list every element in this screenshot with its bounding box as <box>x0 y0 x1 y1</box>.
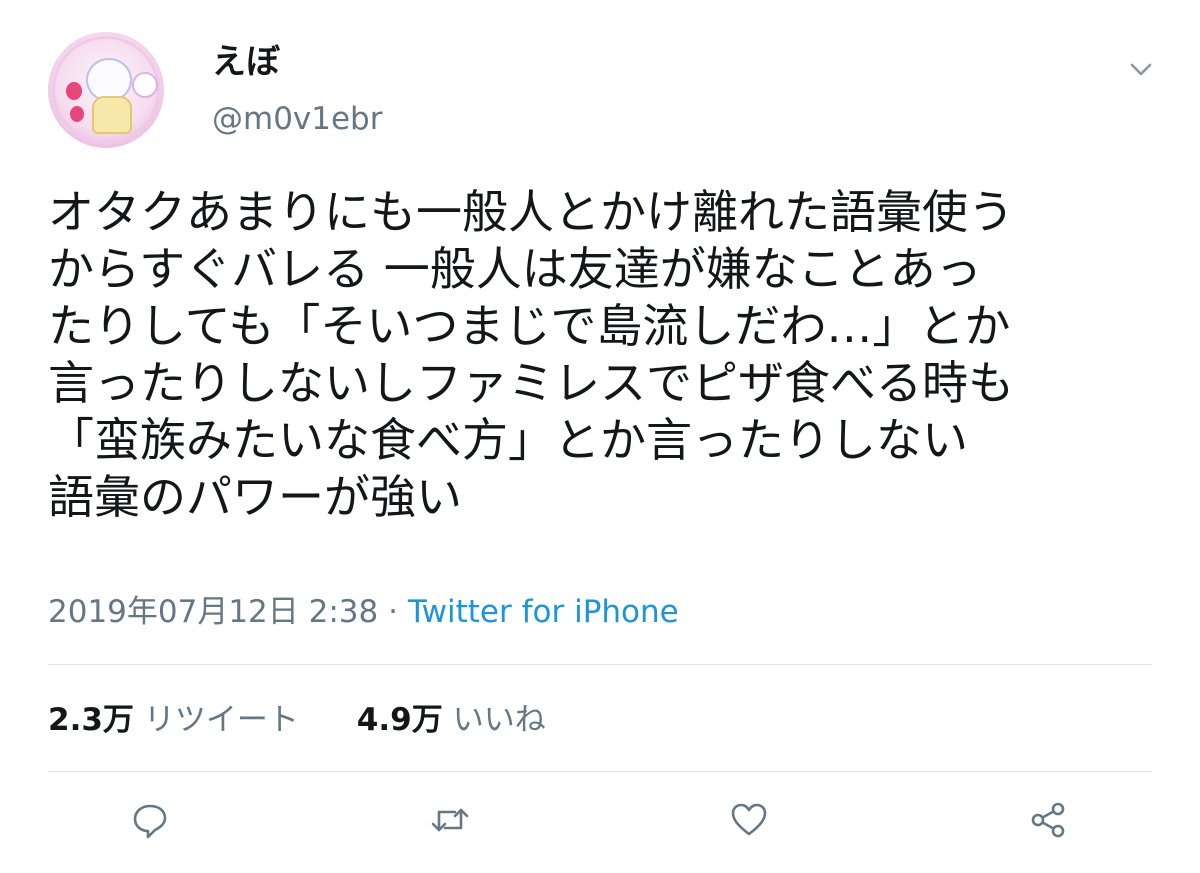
user-handle[interactable]: @m0v1ebr <box>212 97 383 141</box>
divider <box>48 771 1152 772</box>
avatar[interactable] <box>48 32 164 148</box>
display-name[interactable]: えぼ <box>212 40 280 84</box>
heart-icon[interactable] <box>729 800 769 840</box>
tweet-detail: えぼ @m0v1ebr オタクあまりにも一般人とかけ離れた語彙使う からすぐバレ… <box>0 0 1200 873</box>
avatar-strawberry <box>66 82 82 100</box>
tweet-meta: 2019年07月12日 2:38 · Twitter for iPhone <box>48 590 679 634</box>
meta-separator: · <box>388 594 398 630</box>
retweets-count: 2.3万 <box>48 702 134 738</box>
source-link[interactable]: Twitter for iPhone <box>408 594 679 630</box>
retweets-stat[interactable]: 2.3万 リツイート <box>48 702 299 738</box>
tweet-stats: 2.3万 リツイート 4.9万 いいね <box>48 698 546 742</box>
avatar-strawberry <box>70 106 84 122</box>
chevron-down-icon[interactable] <box>1128 56 1154 82</box>
divider <box>48 664 1152 665</box>
likes-label: いいね <box>452 702 546 738</box>
retweets-label: リツイート <box>143 702 299 738</box>
timestamp[interactable]: 2019年07月12日 2:38 <box>48 594 378 630</box>
retweet-icon[interactable] <box>430 800 470 840</box>
action-bar <box>0 800 1200 844</box>
tweet-text: オタクあまりにも一般人とかけ離れた語彙使う からすぐバレる 一般人は友達が嫌なこ… <box>48 185 1014 524</box>
share-icon[interactable] <box>1028 800 1068 840</box>
likes-stat[interactable]: 4.9万 いいね <box>357 702 546 738</box>
avatar-bubble <box>132 72 158 98</box>
avatar-figure-body <box>92 96 132 134</box>
reply-icon[interactable] <box>130 800 170 840</box>
likes-count: 4.9万 <box>356 702 443 738</box>
